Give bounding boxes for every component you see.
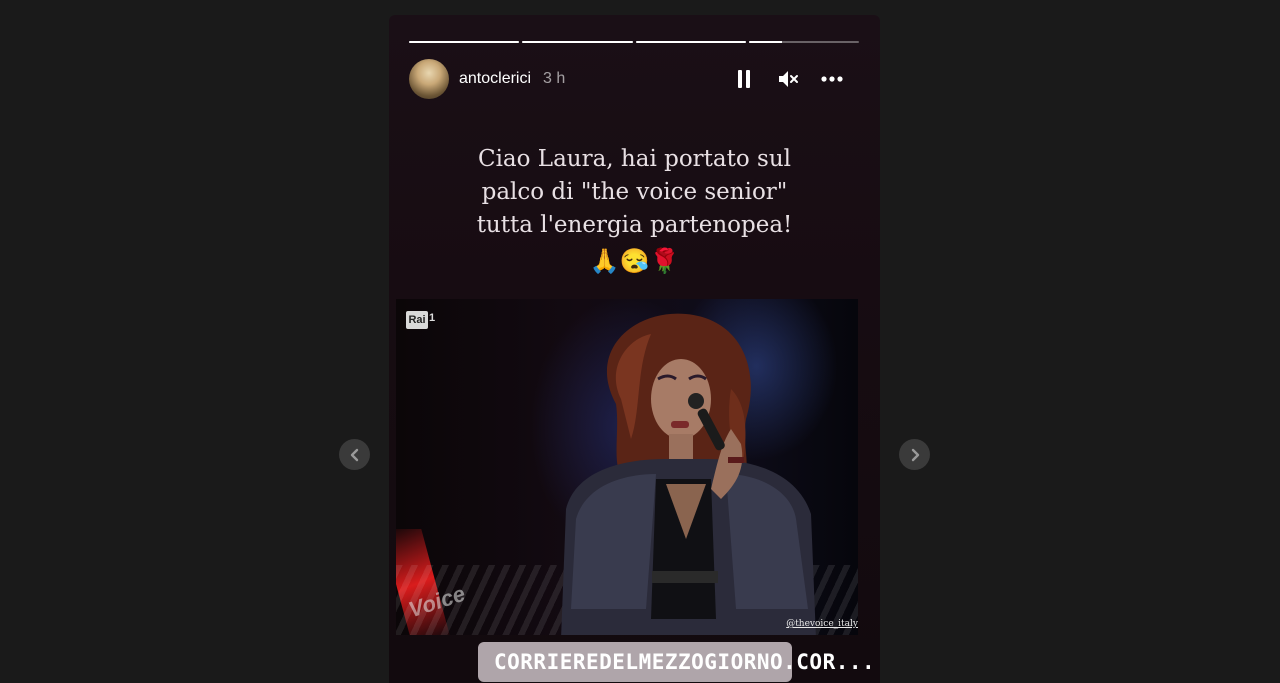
- chevron-right-icon: [911, 448, 919, 461]
- story-caption: Ciao Laura, hai portato sul palco di "th…: [389, 143, 880, 278]
- username-link[interactable]: antoclerici: [459, 70, 531, 88]
- next-story-button[interactable]: [899, 439, 930, 470]
- media-watermark: @thevoice_italy: [786, 619, 858, 629]
- pause-icon: [738, 70, 750, 88]
- more-options-icon: [821, 76, 843, 82]
- progress-segment: [635, 41, 746, 43]
- more-options-button[interactable]: [821, 68, 843, 90]
- link-sticker-text: CORRIEREDELMEZZOGIORNO.COR...: [494, 650, 876, 674]
- progress-fill: [635, 41, 746, 43]
- story-viewer[interactable]: antoclerici 3 h Ciao Laura, hai portato …: [389, 15, 880, 683]
- story-progress-bar: [409, 41, 859, 43]
- mute-button[interactable]: [777, 68, 799, 90]
- caption-line: tutta l'energia partenopea!: [476, 212, 793, 238]
- progress-fill: [522, 41, 633, 43]
- previous-story-button[interactable]: [339, 439, 370, 470]
- channel-number: 1: [429, 312, 436, 324]
- progress-fill: [748, 41, 782, 43]
- singer-figure: [561, 313, 816, 635]
- post-time: 3 h: [543, 70, 566, 87]
- caption-line: palco di "the voice senior": [481, 179, 788, 205]
- link-sticker[interactable]: CORRIEREDELMEZZOGIORNO.COR...: [478, 642, 875, 682]
- channel-logo: Rai: [406, 311, 428, 329]
- avatar[interactable]: [409, 59, 449, 99]
- muted-speaker-icon: [779, 71, 798, 87]
- chevron-left-icon: [350, 448, 358, 461]
- caption-emojis: 🙏😪🌹: [589, 247, 680, 275]
- progress-segment: [409, 41, 520, 43]
- story-header: antoclerici 3 h: [409, 58, 859, 100]
- story-controls: [733, 68, 859, 90]
- pause-button[interactable]: [733, 68, 755, 90]
- story-media-image: Rai 1 Voice @thevoice_italy: [396, 299, 858, 635]
- progress-segment: [748, 41, 859, 43]
- caption-line: Ciao Laura, hai portato sul: [477, 146, 792, 172]
- progress-fill: [409, 41, 520, 43]
- progress-segment: [522, 41, 633, 43]
